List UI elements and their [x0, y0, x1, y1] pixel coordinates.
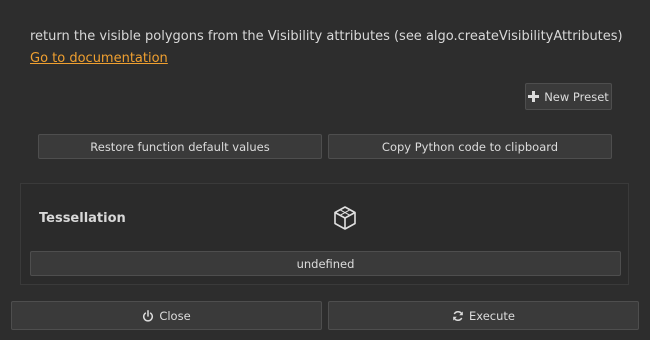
close-label: Close: [159, 308, 191, 323]
cube-icon: [332, 205, 358, 231]
new-preset-label: New Preset: [544, 89, 609, 104]
plus-icon: [528, 91, 540, 102]
dialog: return the visible polygons from the Vis…: [0, 0, 650, 340]
power-icon: [142, 309, 154, 322]
tessellation-value-button[interactable]: undefined: [30, 251, 621, 276]
close-button[interactable]: Close: [11, 301, 322, 330]
documentation-link[interactable]: Go to documentation: [30, 51, 168, 66]
copy-python-button[interactable]: Copy Python code to clipboard: [328, 134, 612, 159]
parameter-title: Tessellation: [39, 211, 126, 226]
execute-label: Execute: [469, 308, 515, 323]
copy-python-label: Copy Python code to clipboard: [381, 139, 559, 154]
execute-button[interactable]: Execute: [328, 301, 639, 330]
restore-defaults-button[interactable]: Restore function default values: [38, 134, 322, 159]
function-description: return the visible polygons from the Vis…: [30, 29, 623, 44]
parameter-panel: Tessellation undefined: [20, 183, 629, 285]
refresh-icon: [452, 310, 464, 322]
tessellation-value: undefined: [296, 256, 355, 271]
new-preset-button[interactable]: New Preset: [525, 83, 612, 110]
restore-defaults-label: Restore function default values: [90, 139, 270, 154]
